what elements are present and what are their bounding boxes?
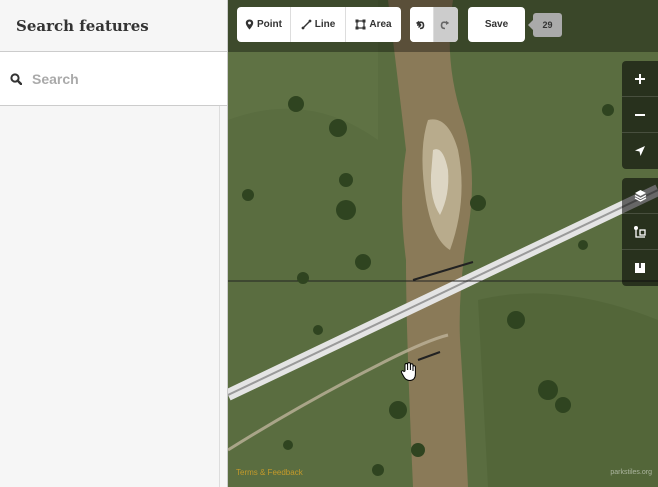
zoom-in-button[interactable] bbox=[622, 61, 658, 97]
area-icon bbox=[355, 19, 366, 30]
add-area-label: Area bbox=[369, 19, 392, 30]
zoom-in-icon bbox=[635, 73, 645, 84]
sidebar-feature-list bbox=[0, 106, 220, 487]
search-icon bbox=[10, 72, 22, 85]
history-group bbox=[410, 7, 458, 42]
help-button[interactable] bbox=[622, 250, 658, 286]
zoom-out-button[interactable] bbox=[622, 97, 658, 133]
save-button[interactable]: Save bbox=[468, 7, 525, 42]
redo-button[interactable] bbox=[434, 7, 458, 42]
satellite-imagery bbox=[228, 0, 658, 487]
line-icon bbox=[301, 19, 312, 30]
add-point-button[interactable]: Point bbox=[237, 7, 291, 42]
zoom-controls bbox=[622, 61, 658, 169]
imagery-attribution: parkstiles.org bbox=[610, 469, 652, 476]
hand-cursor-icon bbox=[400, 362, 416, 382]
map-view[interactable] bbox=[228, 0, 658, 487]
sidebar-title: Search features bbox=[16, 16, 149, 35]
edit-count-badge: 29 bbox=[528, 13, 562, 37]
zoom-out-icon bbox=[635, 113, 645, 116]
terms-feedback-link[interactable]: Terms & Feedback bbox=[236, 468, 303, 477]
help-icon bbox=[635, 263, 645, 273]
map-data-button[interactable] bbox=[622, 214, 658, 250]
search-input[interactable] bbox=[32, 70, 202, 87]
top-toolbar: Point Line Area Save 29 bbox=[228, 0, 658, 52]
undo-icon bbox=[415, 20, 424, 30]
add-feature-group: Point Line Area bbox=[237, 7, 401, 42]
add-line-label: Line bbox=[314, 19, 336, 30]
layers-icon bbox=[634, 190, 646, 202]
sidebar: Search features bbox=[0, 0, 228, 487]
geolocate-icon bbox=[635, 146, 645, 156]
background-layers-button[interactable] bbox=[622, 178, 658, 214]
sidebar-header: Search features bbox=[0, 0, 227, 52]
add-line-button[interactable]: Line bbox=[291, 7, 346, 42]
search-row[interactable] bbox=[0, 52, 227, 106]
point-icon bbox=[245, 19, 254, 30]
add-area-button[interactable]: Area bbox=[346, 7, 401, 42]
map-panel-controls bbox=[622, 178, 658, 286]
undo-button[interactable] bbox=[410, 7, 434, 42]
map-data-icon bbox=[634, 225, 646, 238]
add-point-label: Point bbox=[257, 19, 282, 30]
geolocate-button[interactable] bbox=[622, 133, 658, 169]
redo-icon bbox=[440, 20, 450, 30]
